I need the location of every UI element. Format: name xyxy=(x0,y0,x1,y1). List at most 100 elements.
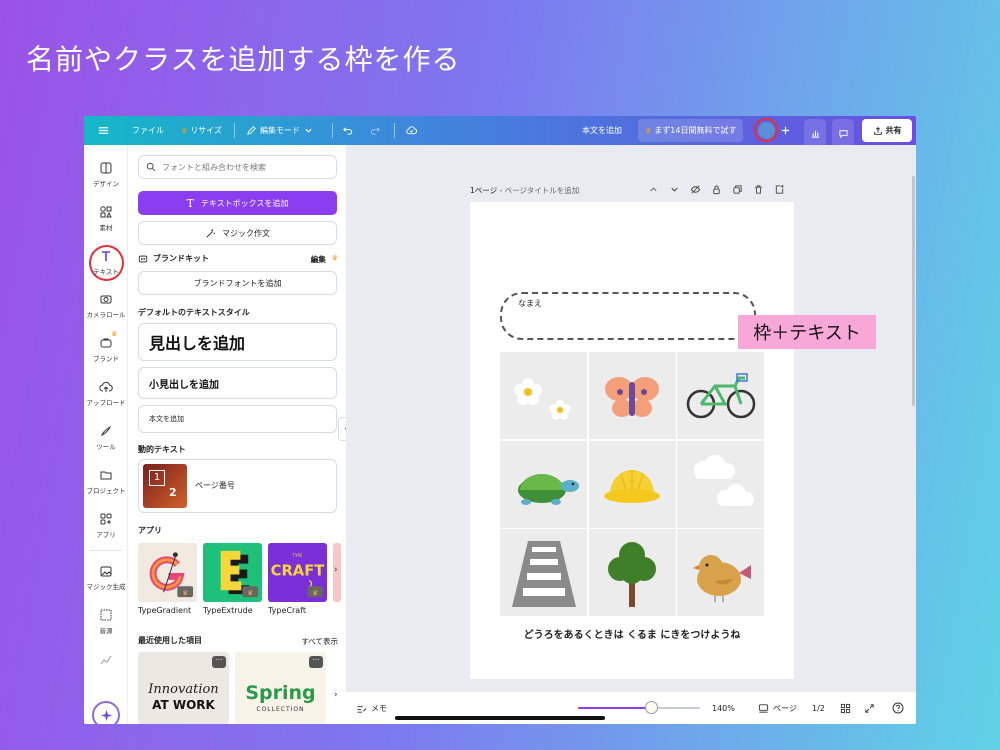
rail-item-brand[interactable]: ブランド xyxy=(84,336,128,363)
app-name: TypeCraft xyxy=(268,606,306,615)
rail-item-audio[interactable]: 音源 xyxy=(84,608,128,635)
duplicate-icon[interactable] xyxy=(732,184,743,195)
edit-mode-dropdown[interactable]: 編集モード xyxy=(246,116,314,145)
add-textbox-button[interactable]: T テキストボックスを追加 xyxy=(138,191,337,215)
grid-cell[interactable] xyxy=(588,352,676,439)
more-options-icon[interactable]: ··· xyxy=(309,656,323,668)
rail-item-camera-roll[interactable]: カメラロール xyxy=(84,292,128,319)
default-styles-heading: デフォルトのテキストスタイル xyxy=(138,308,250,317)
bicycle-icon xyxy=(686,372,755,418)
rail-item-elements[interactable]: 素材 xyxy=(84,205,128,232)
magic-assistant-button[interactable] xyxy=(92,701,120,724)
svg-text:♛: ♛ xyxy=(247,589,253,597)
rail-label: ブランド xyxy=(93,355,119,363)
chevron-up-icon[interactable] xyxy=(648,184,659,195)
page-number-item[interactable]: 1 2 ページ番号 xyxy=(138,459,337,513)
app-type-gradient[interactable]: ♛ xyxy=(138,543,197,602)
magic-write-label: マジック作文 xyxy=(222,228,270,238)
hide-icon[interactable] xyxy=(690,184,701,195)
rail-item-magic-gen[interactable]: マジック生成 xyxy=(84,564,128,591)
brand-icon xyxy=(99,336,113,350)
rail-item-text[interactable]: テキスト xyxy=(84,249,128,276)
svg-text:CRAFT: CRAFT xyxy=(271,562,325,579)
grid-cell[interactable] xyxy=(500,352,587,439)
see-all-link[interactable]: すべて表示 xyxy=(301,636,338,647)
redo-button[interactable] xyxy=(370,116,381,145)
redo-icon xyxy=(370,127,380,135)
zoom-level[interactable]: 140% xyxy=(712,692,735,724)
name-label[interactable]: なまえ xyxy=(518,298,542,309)
zoom-slider[interactable] xyxy=(578,707,700,709)
resize-label: リサイズ xyxy=(190,126,223,135)
canva-app-window: ファイル ♛ リサイズ 編集モード 本文を追加 ♛ まず14日間無料で試す 共有… xyxy=(84,116,916,724)
free-trial-button[interactable]: ♛ まず14日間無料で試す xyxy=(638,119,744,142)
share-icon xyxy=(873,126,882,135)
page-count[interactable]: 1/2 xyxy=(812,692,825,724)
rail-item-design[interactable]: デザイン xyxy=(84,161,128,188)
rail-item-more[interactable] xyxy=(84,652,128,669)
more-options-icon[interactable]: ··· xyxy=(212,656,226,668)
grid-cell[interactable] xyxy=(677,440,764,528)
zoom-slider-handle[interactable] xyxy=(645,701,659,714)
home-indicator xyxy=(395,716,605,720)
magic-write-button[interactable]: マジック作文 xyxy=(138,221,337,245)
pages-label: ページ xyxy=(773,703,797,713)
notes-button[interactable]: メモ xyxy=(356,692,387,724)
page-caption[interactable]: どうろをあるくときは くるま にきをつけようね xyxy=(470,626,794,641)
help-button[interactable] xyxy=(892,692,904,724)
rail-item-apps[interactable]: アプリ xyxy=(84,512,128,539)
recent-next-arrow[interactable]: › xyxy=(334,690,338,700)
text-t-icon xyxy=(99,249,113,263)
font-search-input[interactable]: フォントと組み合わせを検索 xyxy=(138,155,337,179)
add-collaborator-button[interactable] xyxy=(780,116,791,145)
insights-button[interactable] xyxy=(804,119,826,148)
app-type-craft[interactable]: TYPE CRAFT ♛ xyxy=(268,543,327,602)
pages-button[interactable]: ページ xyxy=(758,692,797,724)
trash-icon[interactable] xyxy=(753,184,764,195)
grid-cell[interactable] xyxy=(677,529,764,616)
rail-label: カメラロール xyxy=(86,311,126,319)
rail-item-projects[interactable]: プロジェクト xyxy=(84,468,128,495)
chevron-down-icon[interactable] xyxy=(669,184,680,195)
resize-button[interactable]: ♛ リサイズ xyxy=(181,116,222,145)
page-label: 1ページ xyxy=(470,186,498,195)
undo-button[interactable] xyxy=(342,116,353,145)
turtle-icon xyxy=(517,474,579,505)
add-heading-button[interactable]: 見出しを追加 xyxy=(138,323,337,361)
menu-button[interactable] xyxy=(98,116,109,145)
shapes-icon xyxy=(99,205,113,219)
comments-button[interactable] xyxy=(832,119,854,148)
recent-heading: 最近使用した項目 xyxy=(138,636,202,645)
recent-item-spring[interactable]: ··· Spring COLLECTION xyxy=(235,652,326,724)
lock-icon[interactable] xyxy=(711,184,722,195)
brand-kit-edit[interactable]: 編集 ♛ xyxy=(311,254,338,265)
design-page[interactable]: なまえ どうろをあるくときは くるま にきをつけようね xyxy=(470,202,794,679)
add-subheading-button[interactable]: 小見出しを追加 xyxy=(138,367,337,399)
add-body-text-button[interactable]: 本文を追加 xyxy=(582,116,622,145)
share-button[interactable]: 共有 xyxy=(862,119,912,142)
grid-cell[interactable] xyxy=(588,440,676,528)
rail-label: ツール xyxy=(96,443,116,451)
rail-label: 素材 xyxy=(99,224,113,232)
app-type-extrude[interactable]: ♛ xyxy=(203,543,262,602)
rail-item-upload[interactable]: アップロード xyxy=(84,380,128,407)
apps-next-arrow[interactable]: › xyxy=(334,565,338,575)
name-frame[interactable]: なまえ xyxy=(500,292,756,340)
add-page-icon[interactable] xyxy=(774,184,785,195)
cloud-save-button[interactable] xyxy=(406,116,417,145)
rail-item-tools[interactable]: ツール xyxy=(84,424,128,451)
add-body-text-button[interactable]: 本文を追加 xyxy=(138,405,337,433)
grid-cell[interactable] xyxy=(588,529,676,616)
recent-item-innovation[interactable]: ··· Innovation AT WORK xyxy=(138,652,229,724)
add-brand-fonts-button[interactable]: ブランドフォントを追加 xyxy=(138,271,337,295)
grid-view-button[interactable] xyxy=(840,692,851,724)
rail-label: アプリ xyxy=(96,531,116,539)
fullscreen-button[interactable] xyxy=(864,692,875,724)
vertical-scrollbar[interactable] xyxy=(912,176,915,406)
grid-cell[interactable] xyxy=(677,352,764,439)
page-header[interactable]: 1ページ - ページタイトルを追加 xyxy=(470,185,579,196)
avatar[interactable] xyxy=(757,121,775,139)
grid-cell[interactable] xyxy=(500,440,587,528)
grid-cell[interactable] xyxy=(500,529,587,616)
file-menu[interactable]: ファイル xyxy=(132,116,164,145)
